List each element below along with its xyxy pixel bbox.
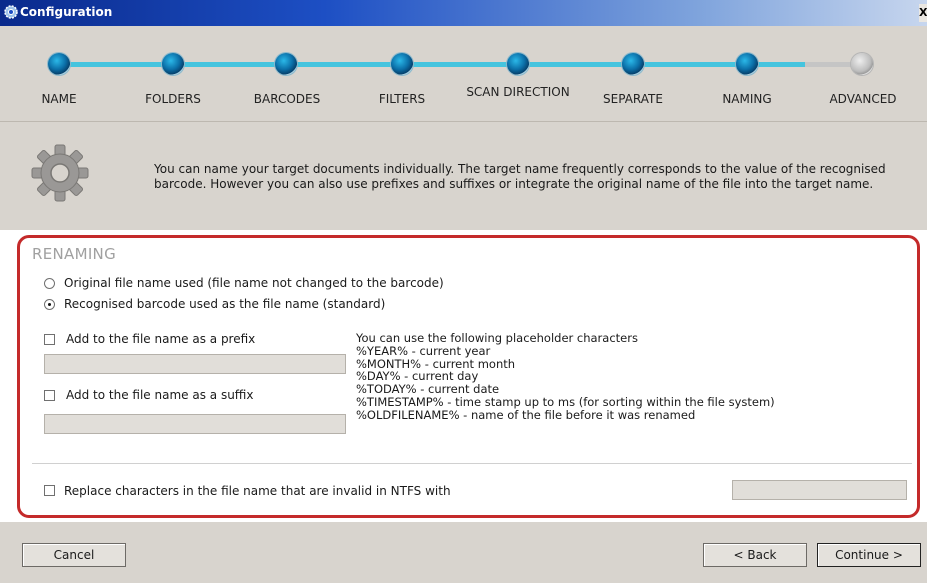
step-dot-name[interactable] [48, 53, 70, 75]
step-dot-naming[interactable] [736, 53, 758, 75]
step-dot-scan-direction[interactable] [507, 53, 529, 75]
prefix-label[interactable]: Add to the file name as a prefix [66, 332, 255, 346]
step-dot-separate[interactable] [622, 53, 644, 75]
suffix-input[interactable] [44, 414, 346, 434]
radio-original-label[interactable]: Original file name used (file name not c… [64, 276, 444, 290]
title-bar: Configuration X [0, 0, 927, 26]
step-label-scan-direction[interactable]: SCAN DIRECTION [463, 86, 573, 99]
radio-original-filename[interactable] [44, 278, 55, 289]
gear-icon [31, 144, 89, 202]
step-label-advanced[interactable]: ADVANCED [808, 93, 918, 106]
prefix-input[interactable] [44, 354, 346, 374]
window-title: Configuration [20, 5, 113, 19]
step-label-separate[interactable]: SEPARATE [578, 93, 688, 106]
step-label-naming[interactable]: NAMING [692, 93, 802, 106]
step-label-barcodes[interactable]: BARCODES [232, 93, 342, 106]
back-button[interactable]: < Back [703, 543, 807, 567]
placeholder-intro: You can use the following placeholder ch… [356, 331, 638, 345]
placeholder-help: You can use the following placeholder ch… [356, 332, 775, 422]
step-label-filters[interactable]: FILTERS [347, 93, 457, 106]
step-dot-filters[interactable] [391, 53, 413, 75]
placeholder-timestamp: %TIMESTAMP% - time stamp up to ms (for s… [356, 394, 775, 409]
cancel-button[interactable]: Cancel [22, 543, 126, 567]
suffix-label[interactable]: Add to the file name as a suffix [66, 388, 254, 402]
step-label-name[interactable]: NAME [4, 93, 114, 106]
prefix-checkbox[interactable] [44, 334, 55, 345]
replace-char-input[interactable] [732, 480, 907, 500]
close-button[interactable]: X [919, 4, 927, 22]
info-text: You can name your target documents indiv… [154, 162, 886, 191]
step-dot-barcodes[interactable] [275, 53, 297, 75]
replace-invalid-checkbox[interactable] [44, 485, 55, 496]
suffix-checkbox[interactable] [44, 390, 55, 401]
placeholder-oldfilename: %OLDFILENAME% - name of the file before … [356, 407, 696, 422]
wizard-steps: NAME FOLDERS BARCODES FILTERS SCAN DIREC… [0, 26, 927, 121]
replace-invalid-label[interactable]: Replace characters in the file name that… [64, 484, 451, 498]
app-gear-icon [4, 5, 18, 19]
placeholder-year: %YEAR% - current year [356, 343, 491, 358]
step-dot-advanced[interactable] [851, 53, 873, 75]
step-dot-folders[interactable] [162, 53, 184, 75]
divider [32, 463, 912, 464]
radio-barcode-label[interactable]: Recognised barcode used as the file name… [64, 297, 385, 311]
section-title: RENAMING [32, 245, 116, 263]
continue-button[interactable]: Continue > [817, 543, 921, 567]
radio-barcode-filename[interactable] [44, 299, 55, 310]
step-label-folders[interactable]: FOLDERS [118, 93, 228, 106]
